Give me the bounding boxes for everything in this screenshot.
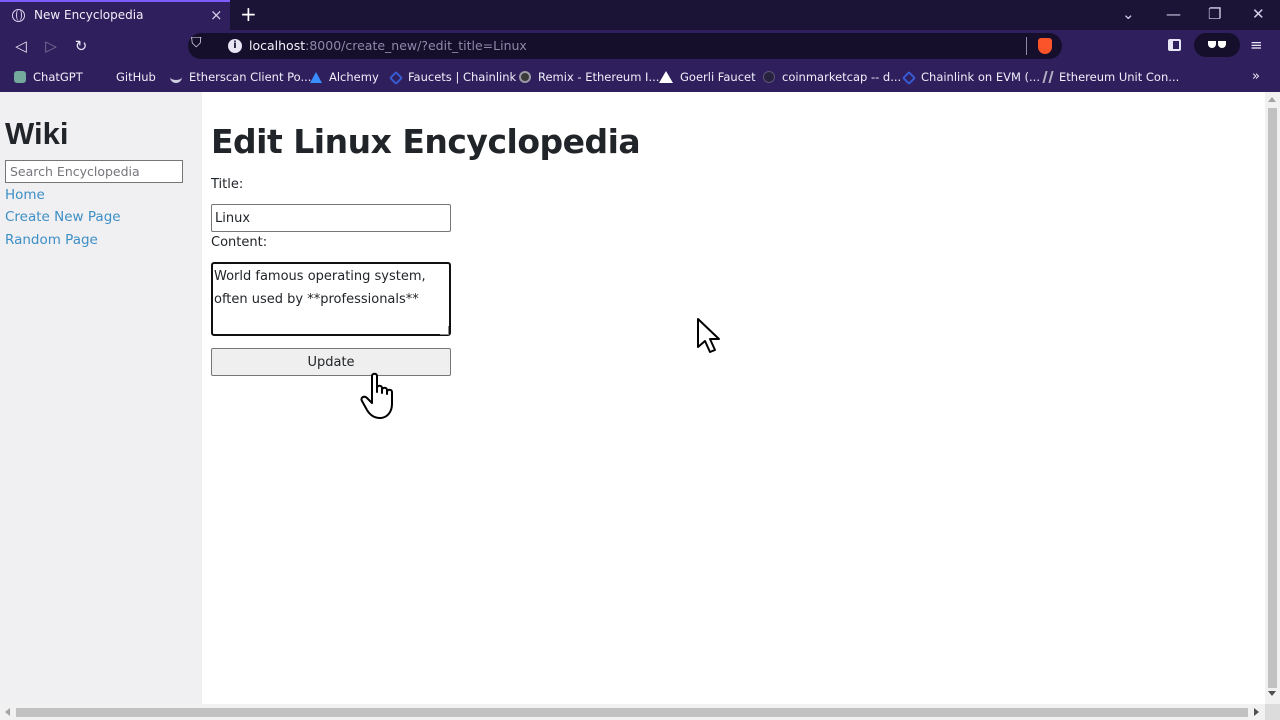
textarea-resize-handle[interactable] bbox=[440, 326, 449, 335]
scroll-up-icon[interactable] bbox=[1268, 97, 1276, 102]
forward-icon[interactable]: ▷ bbox=[40, 35, 62, 57]
vertical-scrollbar[interactable] bbox=[1265, 92, 1280, 704]
bookmark-alchemy[interactable]: Alchemy bbox=[310, 67, 379, 87]
remix-icon bbox=[519, 71, 531, 83]
scroll-down-icon[interactable] bbox=[1268, 691, 1276, 696]
scrollbar-corner bbox=[1265, 704, 1280, 720]
bookmark-icon[interactable]: ⛉ bbox=[191, 35, 207, 51]
page-viewport: Wiki Home Create New Page Random Page Ed… bbox=[0, 92, 1280, 720]
nav-link-create-new-page[interactable]: Create New Page bbox=[5, 209, 121, 225]
url-text[interactable]: localhost:8000/create_new/?edit_title=Li… bbox=[249, 38, 527, 53]
bookmarks-bar: ChatGPT GitHub Etherscan Client Po... Al… bbox=[0, 62, 1280, 92]
url-host: localhost bbox=[249, 38, 306, 53]
horizontal-scroll-thumb[interactable] bbox=[16, 708, 1248, 717]
reload-icon[interactable]: ↻ bbox=[70, 35, 92, 57]
content-label: Content: bbox=[211, 235, 268, 250]
scroll-right-icon[interactable] bbox=[1254, 708, 1259, 716]
bookmark-faucets-chainlink[interactable]: Faucets | Chainlink bbox=[388, 67, 516, 87]
title-field[interactable] bbox=[211, 204, 451, 232]
bookmark-remix[interactable]: Remix - Ethereum I... bbox=[519, 67, 659, 87]
content-textarea[interactable]: World famous operating system, often use… bbox=[211, 262, 451, 336]
active-tab[interactable]: New Encyclopedia × bbox=[0, 0, 230, 30]
bookmark-chatgpt[interactable]: ChatGPT bbox=[14, 67, 83, 87]
address-bar[interactable]: ⛉ i localhost:8000/create_new/?edit_titl… bbox=[188, 33, 1062, 59]
brave-shield-icon[interactable] bbox=[1038, 38, 1052, 54]
bookmark-etherscan[interactable]: Etherscan Client Po... bbox=[170, 67, 311, 87]
goerli-icon bbox=[659, 71, 673, 83]
tab-search-icon[interactable]: ⌄ bbox=[1122, 3, 1135, 25]
site-title: Wiki bbox=[5, 116, 69, 151]
nav-link-random-page[interactable]: Random Page bbox=[5, 232, 98, 248]
back-icon[interactable]: ◁ bbox=[10, 35, 32, 57]
tab-bar: New Encyclopedia × + ⌄ — ❐ ✕ bbox=[0, 0, 1280, 30]
etherscan-icon bbox=[170, 75, 182, 83]
chainlink-icon bbox=[388, 70, 404, 86]
sidebar: Wiki Home Create New Page Random Page bbox=[0, 92, 202, 704]
sunglasses-icon bbox=[1208, 41, 1226, 49]
alchemy-icon bbox=[310, 72, 322, 83]
minimize-icon[interactable]: — bbox=[1166, 3, 1181, 25]
sidebar-toggle-icon[interactable] bbox=[1168, 39, 1181, 51]
horizontal-scrollbar[interactable] bbox=[0, 704, 1265, 720]
bookmark-ethereum-unit[interactable]: Ethereum Unit Con... bbox=[1042, 67, 1179, 87]
bookmark-github[interactable]: GitHub bbox=[97, 67, 156, 87]
title-label: Title: bbox=[211, 177, 244, 192]
new-tab-button[interactable]: + bbox=[240, 1, 257, 27]
page-title: Edit Linux Encyclopedia bbox=[211, 122, 641, 161]
coinmarketcap-icon bbox=[763, 71, 775, 83]
vertical-scroll-thumb[interactable] bbox=[1268, 108, 1277, 688]
chainlink-evm-icon bbox=[901, 70, 917, 86]
restore-icon[interactable]: ❐ bbox=[1208, 3, 1221, 25]
search-input[interactable] bbox=[5, 160, 183, 183]
bookmark-chainlink-evm[interactable]: Chainlink on EVM (... bbox=[901, 67, 1040, 87]
bookmark-coinmarketcap[interactable]: coinmarketcap -- d... bbox=[763, 67, 901, 87]
bookmark-goerli[interactable]: Goerli Faucet bbox=[659, 67, 756, 87]
tab-title: New Encyclopedia bbox=[34, 8, 144, 22]
url-path: :8000/create_new/?edit_title=Linux bbox=[305, 38, 527, 53]
scroll-left-icon[interactable] bbox=[5, 708, 10, 716]
tab-close-icon[interactable]: × bbox=[210, 6, 223, 24]
close-window-icon[interactable]: ✕ bbox=[1252, 3, 1265, 25]
more-bookmarks-icon[interactable]: » bbox=[1252, 68, 1260, 86]
globe-icon bbox=[12, 9, 25, 22]
update-button[interactable]: Update bbox=[211, 348, 451, 376]
wallet-button[interactable] bbox=[1194, 33, 1240, 57]
menu-icon[interactable]: ≡ bbox=[1250, 34, 1263, 56]
ethereum-unit-icon bbox=[1042, 71, 1054, 83]
nav-link-home[interactable]: Home bbox=[5, 187, 45, 203]
address-bar-divider bbox=[1026, 37, 1027, 55]
site-info-icon[interactable]: i bbox=[228, 39, 242, 53]
chatgpt-icon bbox=[14, 71, 26, 83]
browser-toolbar: ◁ ▷ ↻ ⛉ i localhost:8000/create_new/?edi… bbox=[0, 30, 1280, 62]
